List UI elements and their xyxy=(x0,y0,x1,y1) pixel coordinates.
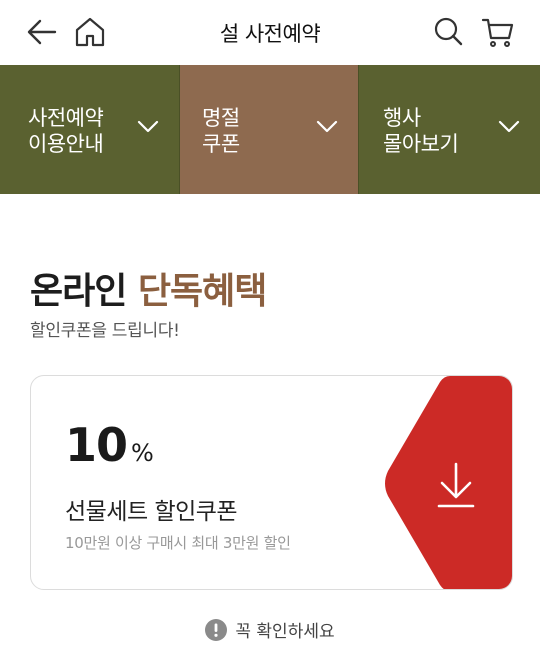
chevron-down-icon xyxy=(498,120,520,133)
headline-main: 온라인 xyxy=(30,271,127,312)
coupon-name: 선물세트 할인쿠폰 xyxy=(65,499,238,525)
coupon-discount: 10% xyxy=(65,418,154,472)
nav-item-label: 행사 몰아보기 xyxy=(383,106,459,156)
top-header: 설 사전예약 xyxy=(0,0,540,65)
exclamation-icon xyxy=(205,619,228,641)
discount-value: 10 xyxy=(65,418,128,472)
coupon-card: 10% 선물세트 할인쿠폰 10만원 이상 구매시 최대 3만원 할인 xyxy=(30,375,513,590)
coupon-download-button[interactable] xyxy=(382,376,512,590)
nav-item-coupon[interactable]: 명절 쿠폰 xyxy=(180,65,359,194)
discount-unit: % xyxy=(131,439,154,467)
benefit-subline: 할인쿠폰을 드립니다! xyxy=(30,321,180,341)
category-nav: 사전예약 이용안내 명절 쿠폰 행사 몰아보기 xyxy=(0,65,540,194)
headline-accent: 단독혜택 xyxy=(137,271,267,312)
chevron-down-icon xyxy=(137,120,159,133)
nav-item-guide[interactable]: 사전예약 이용안내 xyxy=(0,65,180,194)
search-icon[interactable] xyxy=(430,14,466,50)
nav-item-events[interactable]: 행사 몰아보기 xyxy=(359,65,540,194)
chevron-down-icon xyxy=(316,120,338,133)
notice-link[interactable]: 꼭 확인하세요 xyxy=(0,617,540,642)
benefit-headline: 온라인 단독혜택 xyxy=(30,262,267,314)
nav-item-label: 명절 쿠폰 xyxy=(202,106,240,156)
notice-text: 꼭 확인하세요 xyxy=(235,622,335,642)
cart-icon[interactable] xyxy=(480,14,516,50)
coupon-condition: 10만원 이상 구매시 최대 3만원 할인 xyxy=(65,534,291,552)
nav-item-label: 사전예약 이용안내 xyxy=(28,106,104,156)
